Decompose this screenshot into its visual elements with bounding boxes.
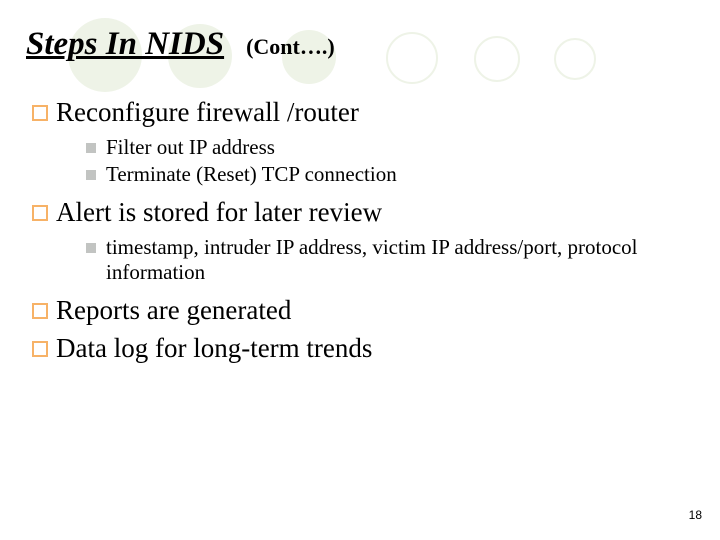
hollow-square-icon — [32, 105, 48, 121]
bullet-text: Data log for long-term trends — [56, 333, 372, 365]
slide-title: Steps In NIDS (Cont….) — [26, 26, 694, 63]
sub-list: Filter out IP address Terminate (Reset) … — [86, 135, 694, 187]
sub-bullet-text: timestamp, intruder IP address, victim I… — [106, 235, 694, 285]
title-main: Steps In NIDS — [26, 26, 224, 63]
bullet-level1: Reconfigure firewall /router — [32, 97, 694, 129]
title-continuation: (Cont….) — [246, 34, 335, 60]
filled-square-icon — [86, 143, 96, 153]
sub-bullet-text: Filter out IP address — [106, 135, 275, 160]
sub-bullet: timestamp, intruder IP address, victim I… — [86, 235, 694, 285]
sub-bullet: Filter out IP address — [86, 135, 694, 160]
hollow-square-icon — [32, 303, 48, 319]
sub-bullet-text: Terminate (Reset) TCP connection — [106, 162, 397, 187]
sub-list: timestamp, intruder IP address, victim I… — [86, 235, 694, 285]
sub-bullet: Terminate (Reset) TCP connection — [86, 162, 694, 187]
bullet-text: Reconfigure firewall /router — [56, 97, 359, 129]
page-number: 18 — [689, 508, 702, 522]
bullet-text: Reports are generated — [56, 295, 291, 327]
bullet-level1: Data log for long-term trends — [32, 333, 694, 365]
bullet-level1: Reports are generated — [32, 295, 694, 327]
hollow-square-icon — [32, 205, 48, 221]
bullet-text: Alert is stored for later review — [56, 197, 382, 229]
hollow-square-icon — [32, 341, 48, 357]
filled-square-icon — [86, 170, 96, 180]
filled-square-icon — [86, 243, 96, 253]
bullet-level1: Alert is stored for later review — [32, 197, 694, 229]
